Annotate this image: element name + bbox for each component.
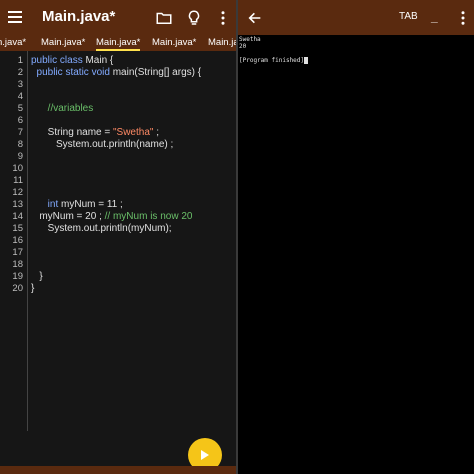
console-output-line: 20	[239, 43, 247, 50]
console-pane: TAB _ Swetha 20 [Program finished]	[238, 0, 474, 474]
line-number: 7	[17, 127, 23, 138]
tab-file[interactable]: Main.java*	[41, 35, 85, 51]
program-finished-text: [Program finished]	[239, 57, 305, 64]
code-line[interactable]: //variables	[31, 103, 94, 114]
code-line[interactable]: }	[31, 283, 34, 294]
code-line[interactable]: public class Main {	[31, 55, 113, 66]
line-number: 16	[12, 235, 23, 246]
code-token: System.out.println(myNum);	[31, 223, 172, 234]
line-number: 19	[12, 271, 23, 282]
code-line[interactable]: }	[31, 271, 43, 282]
code-token: myNum = 20 ;	[31, 211, 105, 222]
lightbulb-icon[interactable]	[185, 9, 203, 27]
line-number: 13	[12, 199, 23, 210]
code-line[interactable]: System.out.println(name) ;	[31, 139, 173, 150]
more-vert-icon[interactable]	[454, 9, 472, 27]
line-number: 12	[12, 187, 23, 198]
code-token: // myNum is now 20	[104, 211, 193, 222]
code-token: }	[31, 283, 35, 294]
line-number: 3	[17, 79, 23, 90]
line-number: 5	[17, 103, 23, 114]
code-token: public static void	[31, 67, 113, 78]
file-tab-bar: n.java* Main.java* Main.java* Main.java*…	[0, 35, 237, 51]
tab-file[interactable]: Main.java*	[152, 35, 196, 51]
code-line[interactable]: System.out.println(myNum);	[31, 223, 172, 234]
more-vert-icon[interactable]	[214, 9, 232, 27]
code-line[interactable]: String name = "Swetha" ;	[31, 127, 159, 138]
console-output-line: Swetha	[239, 36, 261, 43]
terminal-cursor	[304, 57, 309, 64]
line-number: 9	[17, 151, 23, 162]
code-token: int	[47, 199, 62, 210]
line-number: 18	[12, 259, 23, 270]
tab-file[interactable]: Main.java*	[208, 35, 237, 51]
code-editor[interactable]: 1 2 3 4 5 6 7 8 9 10 11 12 13 14 15 16 1…	[0, 51, 237, 431]
line-number: 8	[17, 139, 23, 150]
editor-toolbar: Main.java*	[0, 0, 237, 35]
code-token: main(String[] args) {	[112, 67, 202, 78]
line-number: 17	[12, 247, 23, 258]
code-token: }	[31, 271, 43, 282]
line-number: 20	[12, 283, 23, 294]
line-number: 6	[17, 115, 23, 126]
console-toolbar: TAB _	[238, 0, 474, 35]
gutter-divider	[27, 51, 28, 431]
code-token: "Swetha"	[112, 127, 154, 138]
line-number: 10	[12, 163, 23, 174]
editor-pane: Main.java* n.java* Main.java* Main.java*…	[0, 0, 237, 474]
line-number: 1	[17, 55, 23, 66]
code-token: Main	[85, 55, 110, 66]
line-number: 2	[17, 67, 23, 78]
underscore-key-button[interactable]: _	[431, 10, 438, 24]
hamburger-icon[interactable]	[8, 11, 22, 23]
code-token: {	[109, 55, 114, 66]
play-icon	[201, 450, 209, 460]
line-number: 11	[13, 175, 23, 186]
code-token: myNum = 11 ;	[61, 199, 123, 210]
tab-key-button[interactable]: TAB	[399, 11, 418, 22]
code-token: public class	[31, 55, 86, 66]
code-token: ;	[153, 127, 160, 138]
editor-title: Main.java*	[42, 8, 116, 25]
line-number: 15	[12, 223, 23, 234]
line-number: 14	[12, 211, 23, 222]
tab-file[interactable]: n.java*	[0, 35, 26, 51]
code-token: System.out.println(name) ;	[31, 139, 174, 150]
folder-icon[interactable]	[155, 9, 173, 27]
code-line[interactable]: int myNum = 11 ;	[31, 199, 123, 210]
code-token: //variables	[31, 103, 94, 114]
arrow-back-icon[interactable]	[247, 10, 263, 26]
code-token: String name =	[31, 127, 113, 138]
console-output-line: [Program finished]	[239, 57, 309, 64]
code-line[interactable]: myNum = 20 ; // myNum is now 20	[31, 211, 192, 222]
code-line[interactable]: public static void main(String[] args) {	[31, 67, 202, 78]
bottom-bar	[0, 466, 237, 474]
tab-file-active[interactable]: Main.java*	[96, 35, 141, 51]
line-number: 4	[17, 91, 23, 102]
